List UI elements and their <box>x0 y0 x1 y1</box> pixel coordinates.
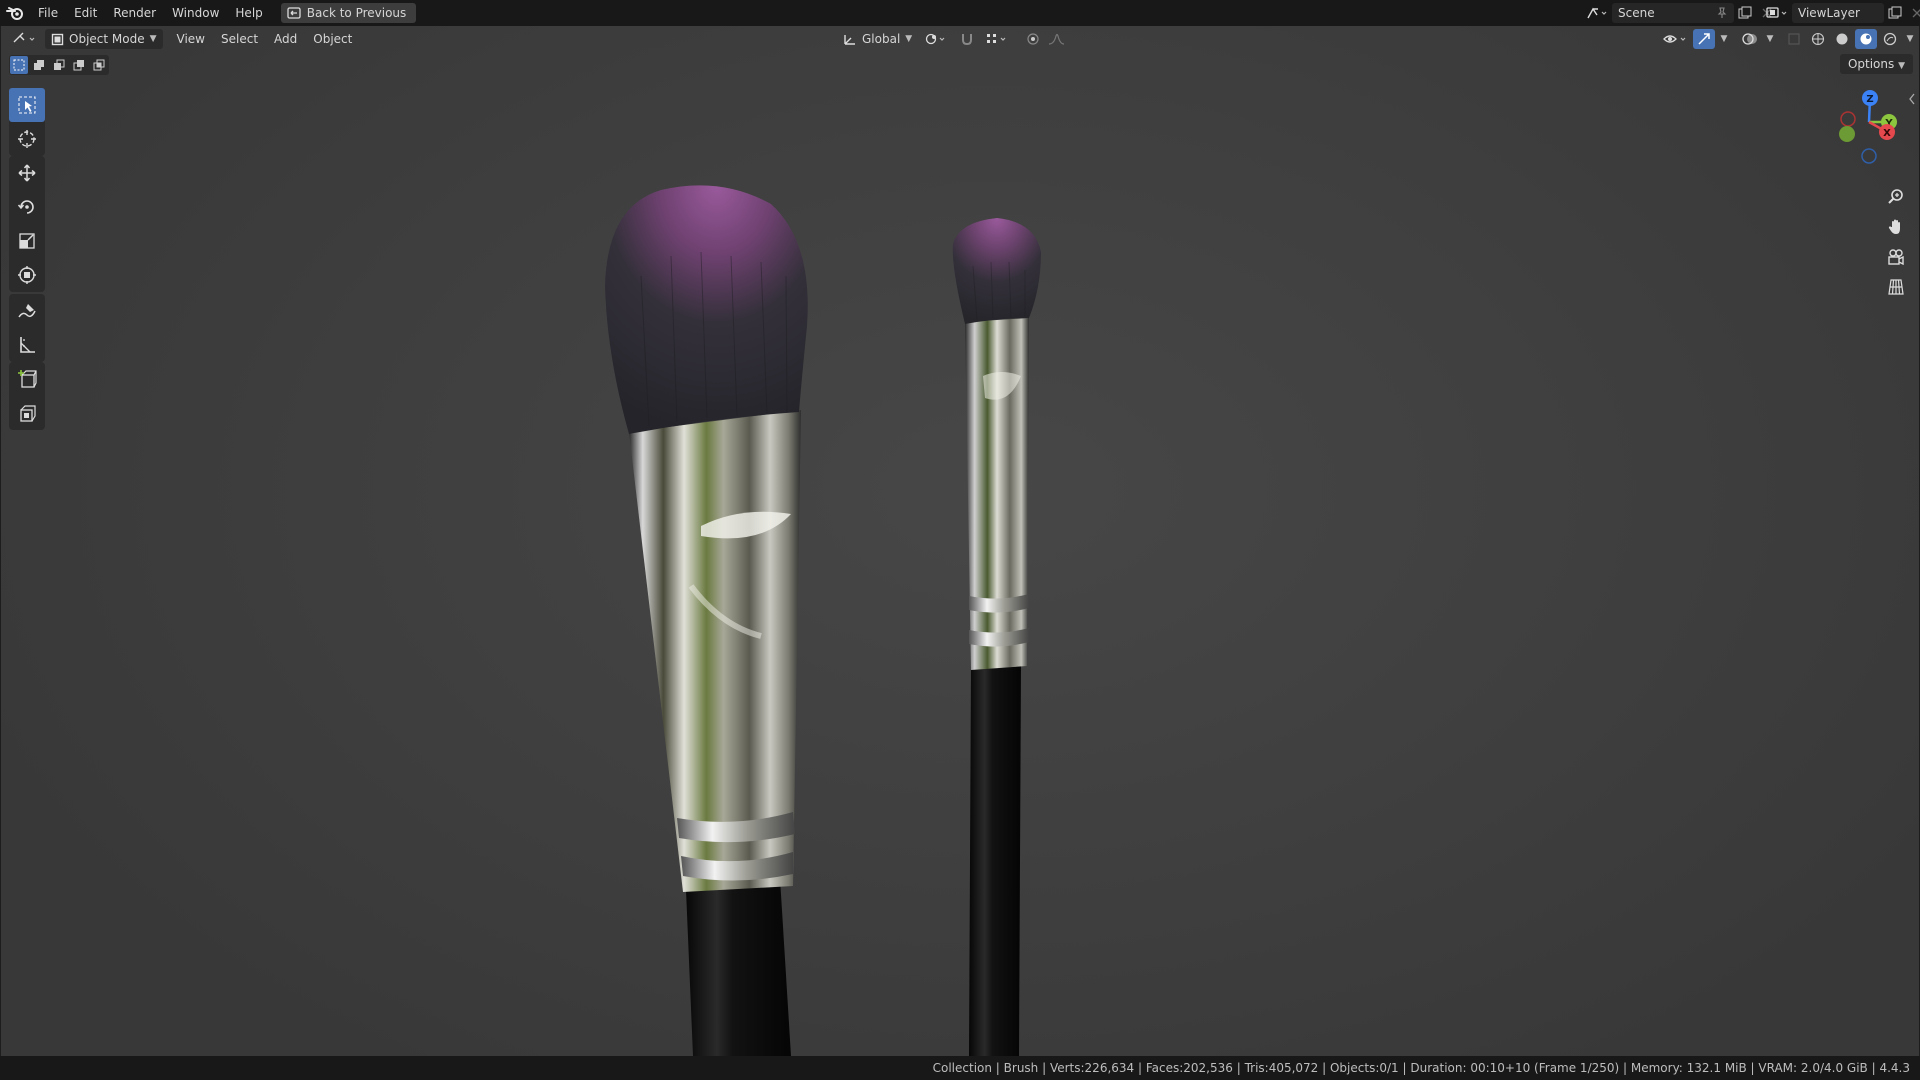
gizmo-x-label: X <box>1883 128 1891 139</box>
orientation-label: Global <box>862 32 901 46</box>
blender-logo-icon[interactable] <box>0 0 30 26</box>
chevron-down-icon: ▼ <box>1898 61 1905 71</box>
pin-icon[interactable] <box>1716 7 1728 19</box>
view-layer-icon[interactable] <box>1762 3 1792 23</box>
back-to-previous-button[interactable]: Back to Previous <box>280 3 417 23</box>
menu-edit[interactable]: Edit <box>66 0 105 26</box>
options-label: Options <box>1847 57 1895 71</box>
select-new-icon[interactable] <box>10 56 28 74</box>
status-bar: Collection | Brush | Verts:226,634 | Fac… <box>0 1056 1920 1080</box>
snap-target-icon[interactable] <box>982 29 1012 49</box>
gizmo-neg-y-icon[interactable] <box>1839 126 1855 142</box>
viewport-header: Object Mode ▼ View Select Add Object Glo… <box>1 26 1919 52</box>
add-cube-alt-tool-icon[interactable] <box>9 396 45 430</box>
editor-type-icon[interactable] <box>7 29 43 49</box>
3d-viewport[interactable]: Object Mode ▼ View Select Add Object Glo… <box>1 26 1919 1056</box>
measure-tool-icon[interactable] <box>9 328 45 362</box>
object-mode-icon <box>51 33 64 45</box>
menu-view[interactable]: View <box>169 28 213 50</box>
new-view-layer-icon[interactable] <box>1884 3 1906 23</box>
shading-dropdown-icon[interactable]: ▼ <box>1903 29 1917 49</box>
select-box-tool-icon[interactable] <box>9 88 45 122</box>
transform-controls: Global ▼ <box>837 29 1070 49</box>
delete-view-layer-icon[interactable] <box>1906 3 1920 23</box>
toolbar-add-group <box>9 362 45 430</box>
gizmo-neg-z-icon[interactable] <box>1861 148 1877 164</box>
menu-window[interactable]: Window <box>164 0 227 26</box>
options-dropdown[interactable]: Options ▼ <box>1839 54 1913 74</box>
solid-shading-icon[interactable] <box>1831 29 1853 49</box>
view-layer-selector[interactable]: ViewLayer <box>1762 3 1920 23</box>
scene-selector[interactable]: Scene <box>1582 3 1778 23</box>
rendered-shading-icon[interactable] <box>1879 29 1901 49</box>
select-intersect-icon[interactable] <box>90 56 108 74</box>
toolbar-transform-group <box>9 156 45 292</box>
toolbar-select-group <box>9 88 45 156</box>
sidebar-toggle-icon[interactable] <box>1907 92 1917 106</box>
menu-render[interactable]: Render <box>105 0 164 26</box>
gizmo-neg-x-icon[interactable] <box>1840 111 1856 127</box>
view-layer-field[interactable]: ViewLayer <box>1792 3 1884 23</box>
viewport-render <box>605 185 1041 1056</box>
snap-toggle-icon[interactable] <box>956 29 978 49</box>
navigation-gizmo[interactable]: Z Y X <box>1831 86 1911 166</box>
mode-dropdown[interactable]: Object Mode ▼ <box>45 29 163 49</box>
rotate-tool-icon[interactable] <box>9 190 45 224</box>
overlays-icon[interactable] <box>1739 29 1761 49</box>
menu-select[interactable]: Select <box>213 28 266 50</box>
status-text: Collection | Brush | Verts:226,634 | Fac… <box>932 1061 1910 1075</box>
select-subtract-icon[interactable] <box>50 56 68 74</box>
add-cube-tool-icon[interactable] <box>9 362 45 396</box>
pan-view-icon[interactable] <box>1881 212 1911 242</box>
xray-toggle-icon[interactable] <box>1783 29 1805 49</box>
gizmo-z-label: Z <box>1866 94 1873 105</box>
chevron-down-icon: ▼ <box>905 34 913 44</box>
menu-file[interactable]: File <box>30 0 66 26</box>
pivot-point-icon[interactable] <box>922 29 952 49</box>
mode-label: Object Mode <box>69 32 145 46</box>
annotate-tool-icon[interactable] <box>9 294 45 328</box>
menu-add[interactable]: Add <box>266 28 305 50</box>
select-invert-icon[interactable] <box>70 56 88 74</box>
back-icon <box>287 7 301 19</box>
camera-view-icon[interactable] <box>1881 242 1911 272</box>
new-scene-icon[interactable] <box>1734 3 1756 23</box>
visibility-icon[interactable] <box>1661 29 1691 49</box>
back-to-previous-label: Back to Previous <box>306 6 407 20</box>
menu-object[interactable]: Object <box>305 28 360 50</box>
menu-help[interactable]: Help <box>227 0 270 26</box>
scale-tool-icon[interactable] <box>9 224 45 258</box>
falloff-curve-icon[interactable] <box>1048 29 1070 49</box>
transform-orientation-dropdown[interactable]: Global ▼ <box>837 29 918 49</box>
gizmo-dropdown-icon[interactable]: ▼ <box>1717 29 1731 49</box>
top-menu-bar: File Edit Render Window Help Back to Pre… <box>0 0 1920 26</box>
overlays-dropdown-icon[interactable]: ▼ <box>1763 29 1777 49</box>
orientation-icon <box>844 35 855 45</box>
material-preview-shading-icon[interactable] <box>1855 29 1877 49</box>
scene-icon[interactable] <box>1582 3 1612 23</box>
gizmo-toggle-icon[interactable] <box>1693 29 1715 49</box>
viewport-display-controls: ▼ ▼ ▼ <box>1661 29 1917 49</box>
move-tool-icon[interactable] <box>9 156 45 190</box>
perspective-toggle-icon[interactable] <box>1881 272 1911 302</box>
cursor-tool-icon[interactable] <box>9 122 45 156</box>
chevron-down-icon: ▼ <box>149 34 157 44</box>
toolbar-annotate-group <box>9 294 45 362</box>
zoom-view-icon[interactable] <box>1881 182 1911 212</box>
select-extend-icon[interactable] <box>30 56 48 74</box>
scene-name-field[interactable]: Scene <box>1612 3 1734 23</box>
scene-name: Scene <box>1618 6 1655 20</box>
proportional-edit-icon[interactable] <box>1022 29 1044 49</box>
transform-tool-icon[interactable] <box>9 258 45 292</box>
view-layer-name: ViewLayer <box>1798 6 1860 20</box>
selection-mode-group <box>9 55 109 75</box>
wireframe-shading-icon[interactable] <box>1807 29 1829 49</box>
